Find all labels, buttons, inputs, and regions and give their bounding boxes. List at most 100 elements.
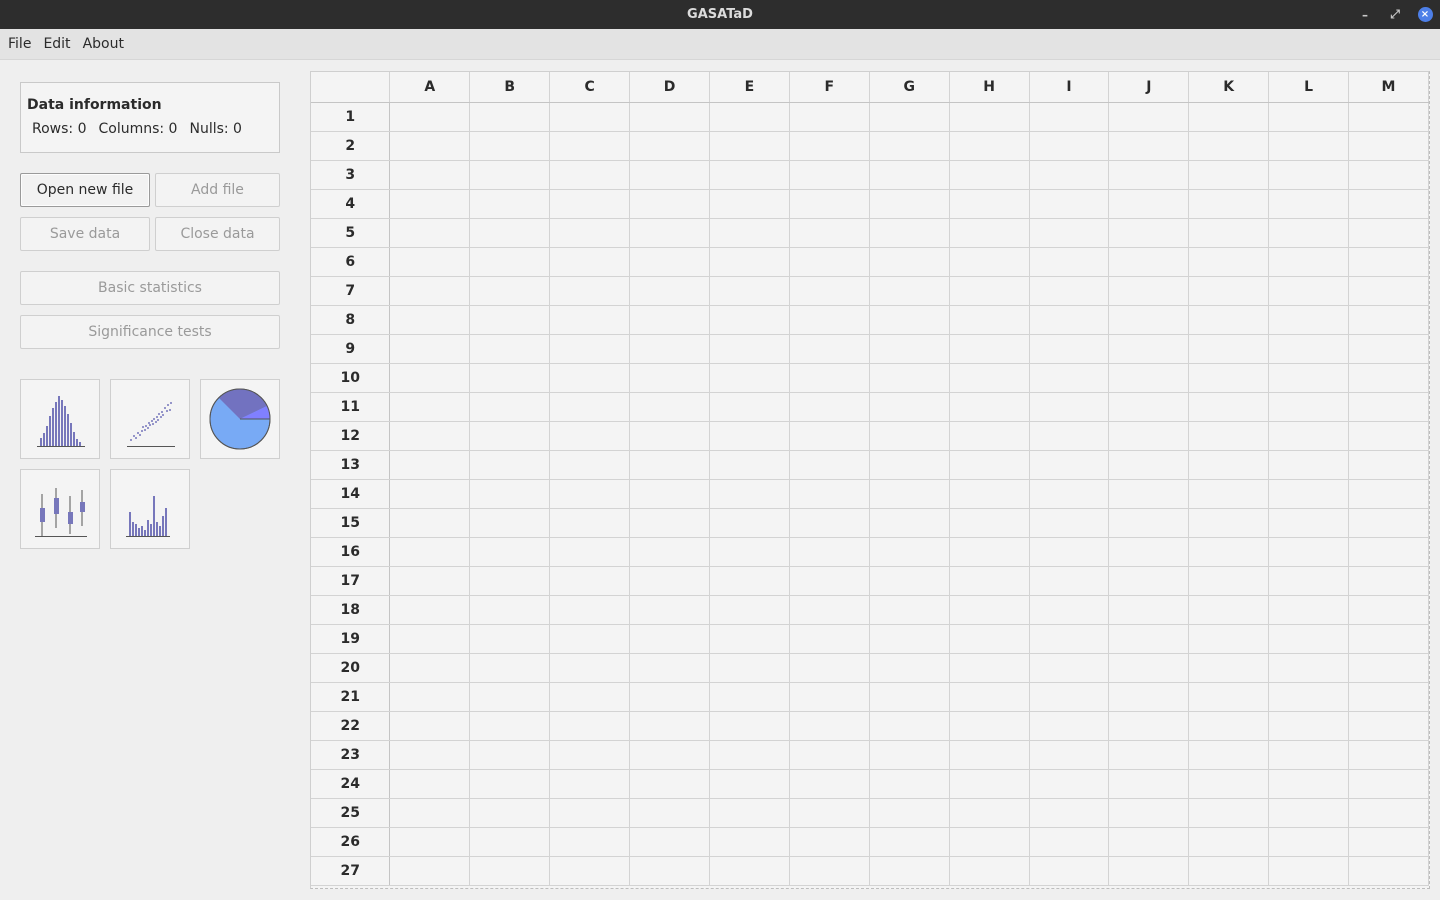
grid-cell[interactable] — [789, 856, 870, 886]
grid-cell[interactable] — [1108, 131, 1190, 161]
grid-cell[interactable] — [629, 682, 710, 712]
grid-cell[interactable] — [789, 769, 870, 799]
grid-cell[interactable] — [469, 218, 551, 248]
close-data-button[interactable]: Close data — [155, 217, 280, 251]
grid-cell[interactable] — [869, 479, 950, 509]
row-header[interactable]: 19 — [311, 624, 391, 654]
grid-cell[interactable] — [1268, 363, 1350, 393]
grid-cell[interactable] — [389, 566, 471, 596]
grid-cell[interactable] — [1029, 189, 1110, 219]
grid-cell[interactable] — [1108, 334, 1190, 364]
grid-cell[interactable] — [1108, 566, 1190, 596]
grid-cell[interactable] — [469, 160, 551, 190]
grid-cell[interactable] — [789, 276, 870, 306]
grid-cell[interactable] — [1108, 508, 1190, 538]
grid-cell[interactable] — [1188, 450, 1270, 480]
grid-cell[interactable] — [469, 827, 551, 857]
grid-cell[interactable] — [389, 131, 471, 161]
grid-cell[interactable] — [1188, 682, 1270, 712]
grid-cell[interactable] — [1108, 305, 1190, 335]
grid-cell[interactable] — [869, 595, 950, 625]
grid-cell[interactable] — [1108, 363, 1190, 393]
grid-cell[interactable] — [709, 450, 790, 480]
grid-cell[interactable] — [389, 711, 471, 741]
grid-cell[interactable] — [1268, 827, 1350, 857]
grid-cell[interactable] — [869, 392, 950, 422]
grid-cell[interactable] — [1029, 711, 1110, 741]
grid-cell[interactable] — [709, 653, 790, 683]
grid-cell[interactable] — [789, 508, 870, 538]
grid-cell[interactable] — [949, 247, 1030, 277]
grid-cell[interactable] — [869, 827, 950, 857]
grid-cell[interactable] — [789, 363, 870, 393]
grid-cell[interactable] — [1108, 421, 1190, 451]
grid-cell[interactable] — [709, 276, 790, 306]
grid-cell[interactable] — [549, 160, 631, 190]
grid-cell[interactable] — [389, 537, 471, 567]
grid-cell[interactable] — [1348, 334, 1429, 364]
column-header[interactable]: K — [1188, 72, 1270, 103]
grid-cell[interactable] — [1108, 624, 1190, 654]
grid-cell[interactable] — [469, 189, 551, 219]
grid-cell[interactable] — [1029, 247, 1110, 277]
grid-cell[interactable] — [1268, 566, 1350, 596]
grid-cell[interactable] — [1188, 305, 1270, 335]
minimize-button[interactable]: – — [1350, 0, 1380, 29]
grid-cell[interactable] — [709, 537, 790, 567]
column-header[interactable]: A — [389, 72, 471, 103]
grid-cell[interactable] — [869, 682, 950, 712]
grid-cell[interactable] — [629, 102, 710, 132]
grid-cell[interactable] — [549, 189, 631, 219]
grid-cell[interactable] — [549, 566, 631, 596]
grid-cell[interactable] — [1108, 798, 1190, 828]
grid-cell[interactable] — [629, 392, 710, 422]
column-header[interactable]: B — [469, 72, 551, 103]
row-header[interactable]: 21 — [311, 682, 391, 712]
grid-cell[interactable] — [1268, 798, 1350, 828]
grid-cell[interactable] — [469, 566, 551, 596]
grid-cell[interactable] — [869, 566, 950, 596]
grid-cell[interactable] — [709, 189, 790, 219]
grid-cell[interactable] — [789, 624, 870, 654]
grid-cell[interactable] — [1348, 189, 1429, 219]
grid-cell[interactable] — [469, 305, 551, 335]
row-header[interactable]: 4 — [311, 189, 391, 219]
grid-cell[interactable] — [869, 218, 950, 248]
row-header[interactable]: 1 — [311, 102, 391, 132]
grid-cell[interactable] — [1348, 276, 1429, 306]
grid-cell[interactable] — [1268, 247, 1350, 277]
grid-cell[interactable] — [1108, 102, 1190, 132]
grid-cell[interactable] — [949, 102, 1030, 132]
grid-cell[interactable] — [869, 247, 950, 277]
grid-cell[interactable] — [469, 856, 551, 886]
grid-cell[interactable] — [709, 160, 790, 190]
grid-cell[interactable] — [469, 508, 551, 538]
grid-cell[interactable] — [469, 131, 551, 161]
grid-cell[interactable] — [389, 740, 471, 770]
grid-cell[interactable] — [469, 711, 551, 741]
grid-cell[interactable] — [709, 334, 790, 364]
grid-cell[interactable] — [1268, 450, 1350, 480]
grid-cell[interactable] — [1029, 160, 1110, 190]
grid-cell[interactable] — [1029, 798, 1110, 828]
grid-cell[interactable] — [869, 102, 950, 132]
grid-cell[interactable] — [709, 131, 790, 161]
grid-cell[interactable] — [949, 421, 1030, 451]
grid-cell[interactable] — [1348, 102, 1429, 132]
grid-cell[interactable] — [1029, 508, 1110, 538]
grid-cell[interactable] — [389, 827, 471, 857]
grid-cell[interactable] — [549, 247, 631, 277]
grid-cell[interactable] — [869, 276, 950, 306]
histogram-button[interactable] — [20, 379, 100, 459]
grid-cell[interactable] — [1029, 218, 1110, 248]
grid-cell[interactable] — [549, 856, 631, 886]
grid-cell[interactable] — [949, 711, 1030, 741]
grid-cell[interactable] — [1029, 479, 1110, 509]
grid-cell[interactable] — [1268, 392, 1350, 422]
grid-cell[interactable] — [389, 189, 471, 219]
grid-cell[interactable] — [389, 305, 471, 335]
grid-cell[interactable] — [789, 827, 870, 857]
row-header[interactable]: 16 — [311, 537, 391, 567]
grid-cell[interactable] — [549, 421, 631, 451]
grid-cell[interactable] — [949, 827, 1030, 857]
